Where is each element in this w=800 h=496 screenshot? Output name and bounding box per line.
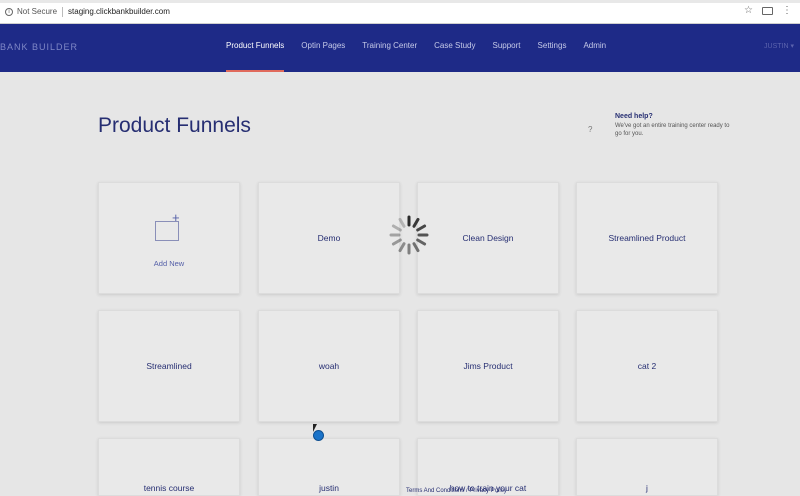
nav-item-training-center[interactable]: Training Center bbox=[356, 24, 423, 72]
funnel-card[interactable]: Streamlined Product bbox=[576, 182, 718, 294]
funnel-card[interactable]: j bbox=[576, 438, 718, 496]
nav-item-product-funnels[interactable]: Product Funnels bbox=[220, 24, 290, 72]
info-icon: i bbox=[5, 7, 13, 16]
funnel-card[interactable]: Demo bbox=[258, 182, 400, 294]
plus-icon: + bbox=[172, 210, 180, 225]
help-text: We've got an entire training center read… bbox=[615, 123, 730, 137]
funnel-name: justin bbox=[319, 483, 339, 493]
loading-spinner-icon bbox=[389, 215, 429, 255]
top-nav: BANK BUILDER Product Funnels Optin Pages… bbox=[0, 24, 800, 72]
help-icon[interactable]: ? bbox=[588, 125, 592, 134]
page-title: Product Funnels bbox=[98, 114, 251, 137]
funnel-name: j bbox=[646, 483, 648, 493]
browser-bar: i Not Secure staging.clickbankbuilder.co… bbox=[0, 0, 800, 24]
address-bar[interactable]: staging.clickbankbuilder.com bbox=[68, 7, 170, 16]
funnel-card[interactable]: tennis course bbox=[98, 438, 240, 496]
funnel-name: Demo bbox=[317, 233, 341, 243]
funnel-name: tennis course bbox=[143, 483, 195, 493]
user-name: JUSTIN bbox=[764, 43, 789, 50]
nav-item-optin-pages[interactable]: Optin Pages bbox=[295, 24, 351, 72]
tab-strip bbox=[0, 0, 800, 3]
user-menu[interactable]: JUSTIN ▾ bbox=[764, 42, 794, 50]
funnel-card[interactable]: Clean Design bbox=[417, 182, 559, 294]
funnel-card[interactable]: justin bbox=[258, 438, 400, 496]
funnel-name: Streamlined bbox=[146, 361, 192, 371]
funnel-name: Jims Product bbox=[463, 361, 513, 371]
nav-item-case-study[interactable]: Case Study bbox=[428, 24, 481, 72]
funnel-name: cat 2 bbox=[637, 361, 657, 371]
funnel-card[interactable]: Jims Product bbox=[417, 310, 559, 422]
help-panel[interactable]: Need help? We've got an entire training … bbox=[615, 113, 735, 138]
nav-item-support[interactable]: Support bbox=[487, 24, 527, 72]
add-new-card[interactable]: + Add New bbox=[98, 182, 240, 294]
terms-link[interactable]: Terms And Conditions / Privacy Policy bbox=[406, 488, 507, 494]
funnel-name: Streamlined Product bbox=[608, 233, 686, 243]
security-label: Not Secure bbox=[17, 7, 58, 16]
browser-menu-icon[interactable]: ⋮ bbox=[782, 6, 792, 16]
bookmark-star-icon[interactable]: ☆ bbox=[744, 6, 753, 16]
brand-logo[interactable]: BANK BUILDER bbox=[0, 42, 78, 52]
funnel-card[interactable]: Streamlined bbox=[98, 310, 240, 422]
funnel-name: woah bbox=[318, 361, 340, 371]
nav-menu: Product Funnels Optin Pages Training Cen… bbox=[220, 24, 617, 72]
help-heading: Need help? bbox=[615, 113, 653, 120]
divider bbox=[62, 6, 64, 17]
funnel-card[interactable]: cat 2 bbox=[576, 310, 718, 422]
funnel-name: Clean Design bbox=[462, 233, 514, 243]
add-new-label: Add New bbox=[153, 259, 185, 268]
click-indicator bbox=[313, 430, 324, 441]
funnel-card[interactable]: woah bbox=[258, 310, 400, 422]
nav-item-admin[interactable]: Admin bbox=[577, 24, 612, 72]
cast-icon[interactable] bbox=[762, 7, 773, 15]
security-indicator[interactable]: i Not Secure bbox=[5, 7, 57, 16]
nav-item-settings[interactable]: Settings bbox=[532, 24, 573, 72]
